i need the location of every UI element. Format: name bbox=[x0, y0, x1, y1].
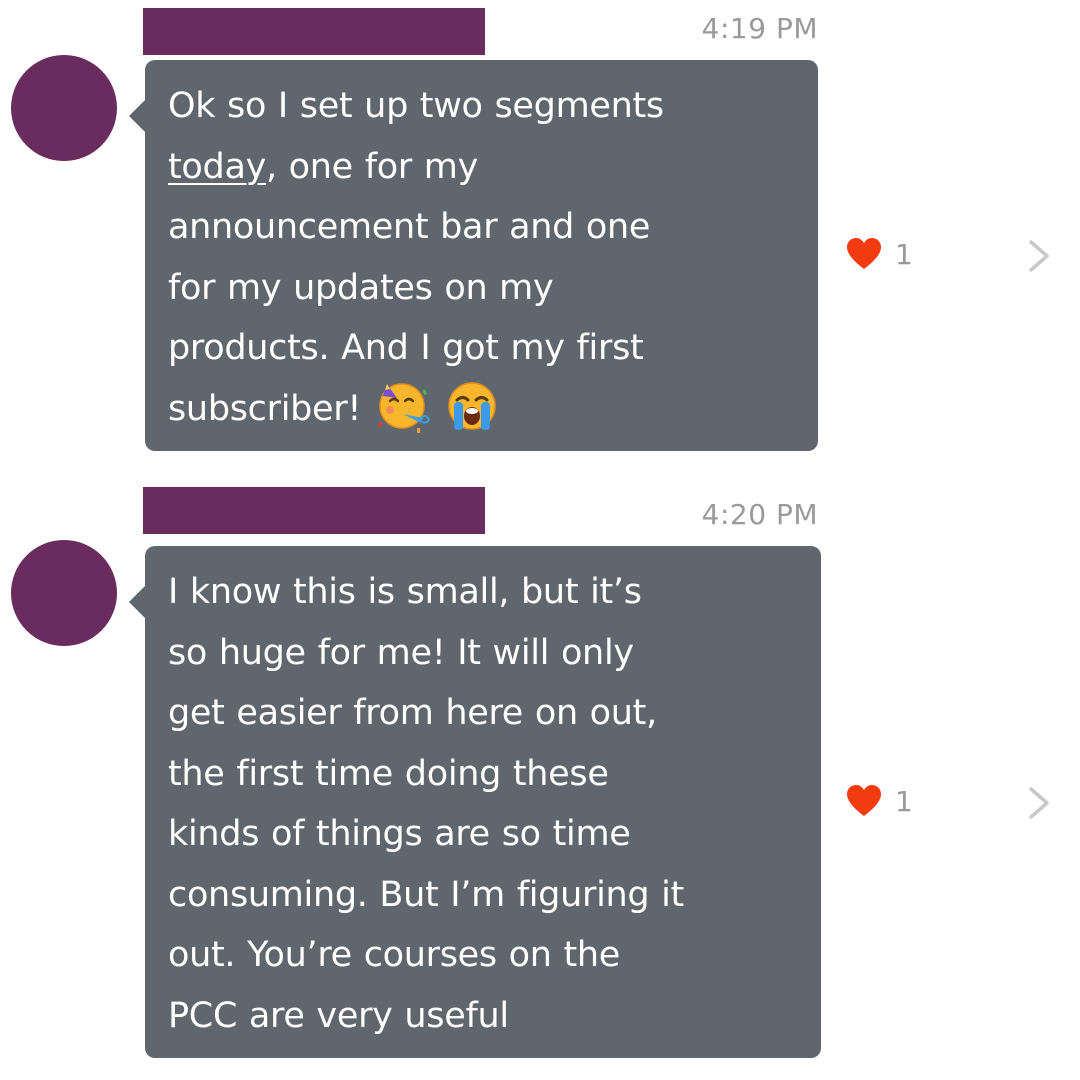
message-timestamp: 4:20 PM bbox=[701, 498, 818, 531]
heart-icon[interactable] bbox=[846, 784, 882, 818]
reaction[interactable]: 1 bbox=[846, 237, 913, 271]
reaction-count: 1 bbox=[895, 237, 913, 271]
message-timestamp: 4:19 PM bbox=[701, 12, 818, 45]
redacted-sender-name bbox=[143, 8, 485, 55]
chevron-right-icon[interactable] bbox=[1026, 786, 1052, 820]
message-line: kinds of things are so time bbox=[168, 814, 631, 854]
message-line: get easier from here on out, bbox=[168, 693, 657, 733]
message-line: the first time doing these bbox=[168, 753, 609, 794]
message-line: I know this is small, but it’s bbox=[168, 572, 642, 612]
loudly-crying-face-emoji bbox=[448, 381, 496, 430]
message-line: products. And I got my first bbox=[168, 328, 644, 368]
message-line: announcement bar and one bbox=[168, 207, 651, 247]
message-line: for my updates on my bbox=[168, 267, 554, 308]
sender-avatar[interactable] bbox=[11, 540, 117, 646]
message-bubble[interactable]: I know this is small, but it’s so huge f… bbox=[129, 546, 821, 1058]
message-line: today, one for my bbox=[168, 137, 796, 198]
chevron-right-icon[interactable] bbox=[1026, 239, 1052, 273]
sender-avatar[interactable] bbox=[11, 55, 117, 161]
redacted-sender-name bbox=[143, 487, 485, 534]
message-line: so huge for me! It will only bbox=[168, 632, 634, 673]
heart-icon[interactable] bbox=[846, 237, 882, 271]
message-line: consuming. But I’m figuring it bbox=[168, 874, 684, 915]
reaction[interactable]: 1 bbox=[846, 784, 913, 818]
partying-face-emoji bbox=[377, 382, 431, 433]
underlined-word[interactable]: today bbox=[168, 147, 266, 187]
message-line: subscriber! bbox=[168, 379, 796, 440]
message-text: , one for my bbox=[266, 146, 478, 187]
reaction-count: 1 bbox=[895, 784, 913, 818]
message-text: subscriber! bbox=[168, 388, 362, 429]
message-bubble[interactable]: Ok so I set up two segments today, one f… bbox=[129, 60, 818, 451]
message-line: PCC are very useful bbox=[168, 995, 509, 1036]
message-line: Ok so I set up two segments bbox=[168, 86, 664, 126]
message-line: out. You’re courses on the bbox=[168, 935, 621, 975]
